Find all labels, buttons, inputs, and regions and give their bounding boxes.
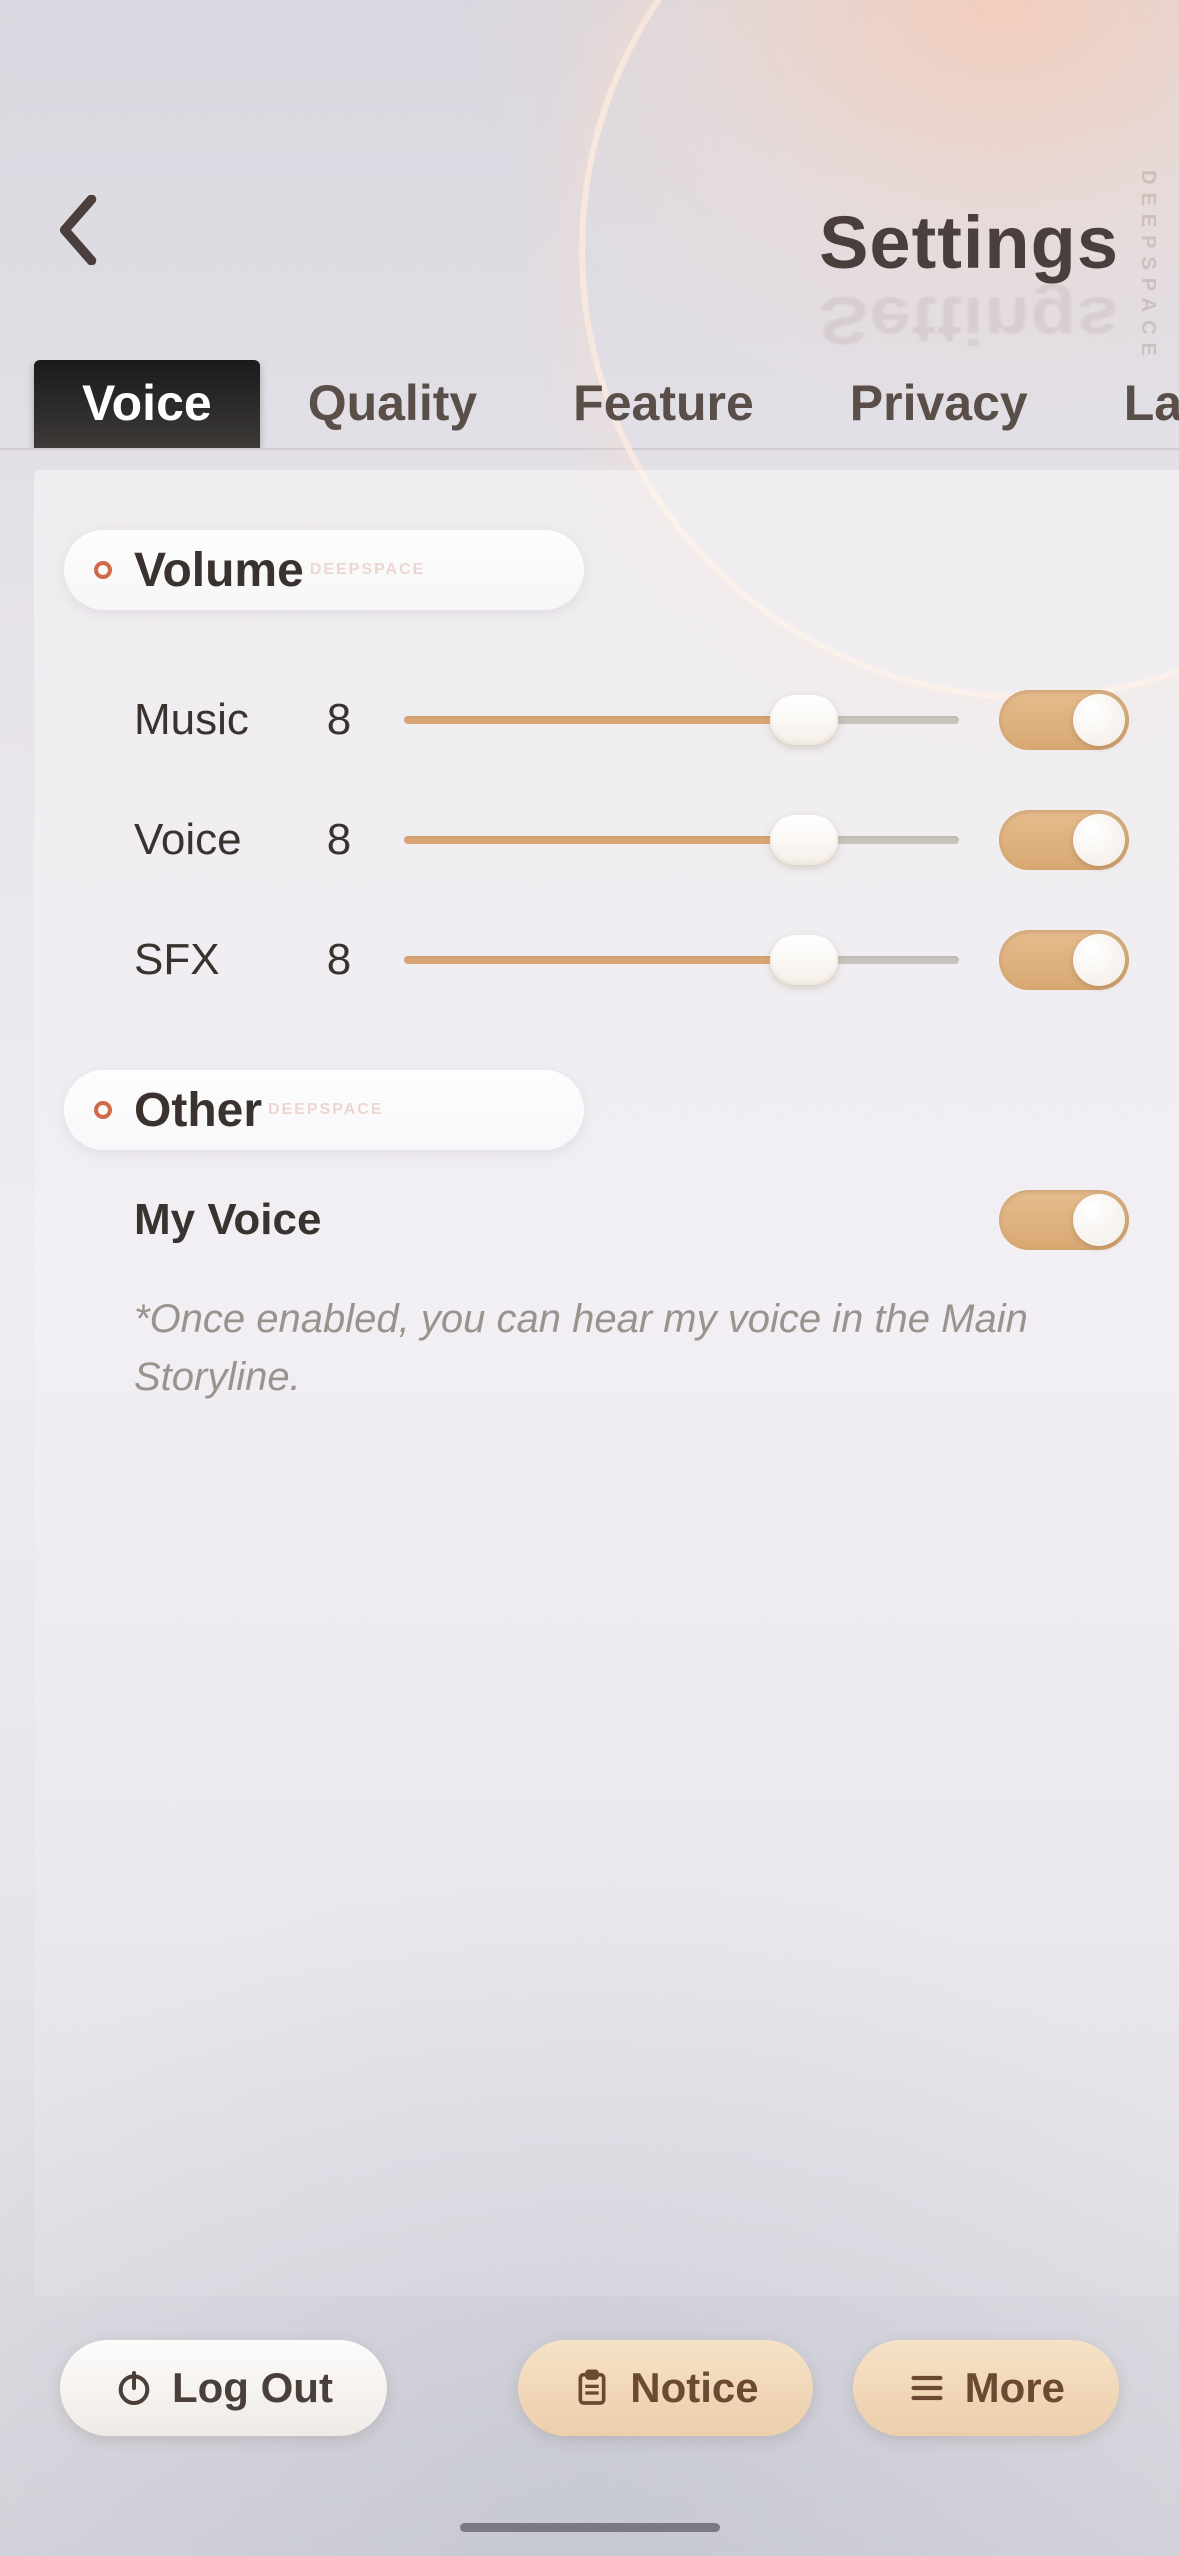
power-icon (114, 2368, 154, 2408)
slider-voice[interactable] (404, 820, 959, 860)
row-label: Voice (134, 815, 304, 865)
toggle-voice[interactable] (999, 810, 1129, 870)
slider-thumb[interactable] (770, 815, 838, 865)
toggle-music[interactable] (999, 690, 1129, 750)
volume-row-voice: Voice 8 (134, 780, 1129, 900)
tab-voice[interactable]: Voice (34, 360, 260, 448)
footer-bar: Log Out Notice More (0, 2340, 1179, 2436)
section-header-other: Other DEEPSPACE (64, 1070, 584, 1150)
section-bullet-icon (94, 561, 112, 579)
slider-music[interactable] (404, 700, 959, 740)
back-button[interactable] (40, 190, 120, 270)
logout-label: Log Out (172, 2364, 333, 2412)
more-button[interactable]: More (853, 2340, 1119, 2436)
section-bullet-icon (94, 1101, 112, 1119)
slider-track (404, 836, 959, 844)
row-value: 8 (304, 695, 374, 745)
menu-icon (907, 2368, 947, 2408)
slider-thumb[interactable] (770, 935, 838, 985)
header: Settings Settings DEEPSPACE (0, 0, 1179, 360)
section-deco-text: DEEPSPACE (268, 1101, 384, 1119)
more-label: More (965, 2364, 1065, 2412)
tab-quality[interactable]: Quality (260, 360, 525, 448)
toggle-knob (1073, 814, 1125, 866)
tab-privacy[interactable]: Privacy (802, 360, 1076, 448)
side-brand-text: DEEPSPACE (1136, 170, 1159, 364)
toggle-my-voice[interactable] (999, 1190, 1129, 1250)
settings-panel: Volume DEEPSPACE Music 8 Voice 8 SFX 8 (34, 470, 1179, 2296)
slider-track (404, 956, 959, 964)
notice-button[interactable]: Notice (518, 2340, 812, 2436)
chevron-left-icon (57, 195, 103, 265)
home-indicator[interactable] (460, 2523, 720, 2532)
toggle-knob (1073, 1194, 1125, 1246)
slider-sfx[interactable] (404, 940, 959, 980)
tab-feature[interactable]: Feature (525, 360, 802, 448)
settings-tabs: Voice Quality Feature Privacy Language (0, 360, 1179, 450)
row-label: Music (134, 695, 304, 745)
section-title: Volume (134, 543, 304, 598)
my-voice-note: *Once enabled, you can hear my voice in … (34, 1270, 1179, 1406)
toggle-sfx[interactable] (999, 930, 1129, 990)
row-label: SFX (134, 935, 304, 985)
slider-thumb[interactable] (770, 695, 838, 745)
slider-track (404, 716, 959, 724)
row-value: 8 (304, 935, 374, 985)
page-title: Settings (819, 200, 1119, 285)
volume-row-music: Music 8 (134, 660, 1129, 780)
row-value: 8 (304, 815, 374, 865)
logout-button[interactable]: Log Out (60, 2340, 387, 2436)
section-title: Other (134, 1083, 262, 1138)
volume-row-sfx: SFX 8 (134, 900, 1129, 1020)
section-deco-text: DEEPSPACE (310, 561, 426, 579)
clipboard-icon (572, 2368, 612, 2408)
my-voice-label: My Voice (134, 1195, 321, 1245)
page-title-reflection: Settings (819, 282, 1119, 359)
row-my-voice: My Voice (34, 1150, 1179, 1270)
notice-label: Notice (630, 2364, 758, 2412)
volume-rows: Music 8 Voice 8 SFX 8 (34, 610, 1179, 1040)
section-header-volume: Volume DEEPSPACE (64, 530, 584, 610)
tab-language[interactable]: Language (1076, 360, 1179, 448)
toggle-knob (1073, 934, 1125, 986)
toggle-knob (1073, 694, 1125, 746)
